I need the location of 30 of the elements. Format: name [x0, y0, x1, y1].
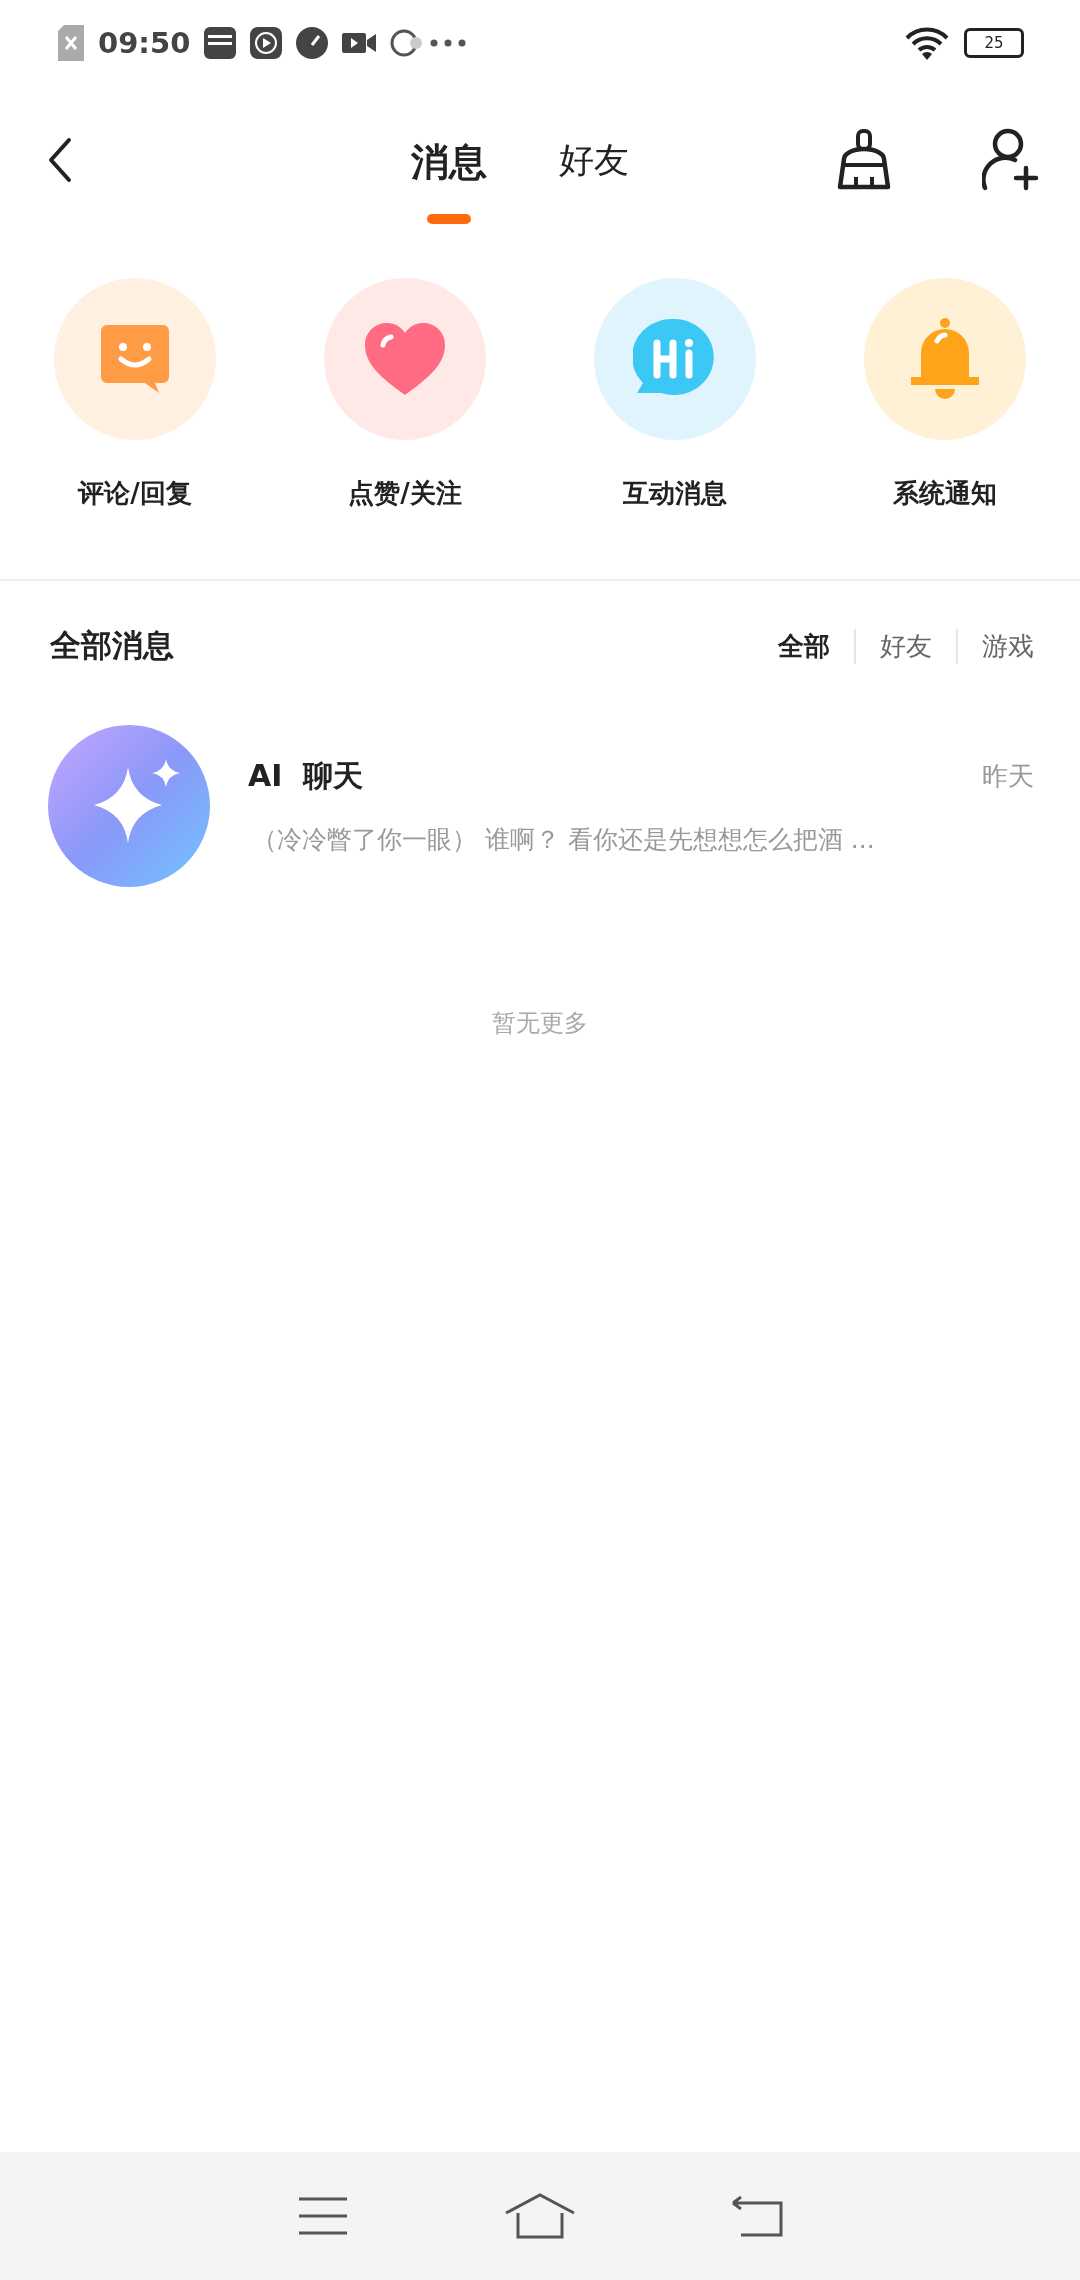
back-nav-icon[interactable]: [730, 2195, 783, 2237]
filter-tab[interactable]: 全部: [754, 628, 830, 664]
card-icon: [204, 26, 237, 59]
status-time: 09:50: [98, 25, 191, 60]
filter-tab[interactable]: 好友: [854, 628, 932, 664]
section-title: 全部消息: [50, 626, 174, 665]
header-tab[interactable]: 好友: [559, 137, 629, 184]
heart-icon: [363, 321, 447, 397]
sim-icon: [58, 24, 84, 61]
shortcut-label: 系统通知: [893, 477, 997, 510]
video-icon: [342, 30, 377, 55]
conversation-time: 昨天: [982, 760, 1034, 793]
shortcut-label: 互动消息: [623, 477, 727, 510]
back-icon[interactable]: [48, 137, 72, 183]
end-note: 暂无更多: [492, 1008, 588, 1039]
add-friend-icon[interactable]: [982, 128, 1040, 192]
tab-indicator: [427, 214, 471, 224]
header-tab[interactable]: 消息: [411, 137, 487, 188]
filter-tab[interactable]: 游戏: [956, 628, 1034, 664]
menu-icon[interactable]: [297, 2196, 350, 2236]
home-icon[interactable]: [504, 2193, 576, 2239]
shortcut-label: 点赞/关注: [348, 477, 462, 510]
avatar-sparkle-icon[interactable]: [48, 725, 210, 887]
gauge-icon: [296, 26, 329, 59]
play-icon: [250, 26, 283, 59]
wifi-icon: [904, 25, 950, 60]
conversation-name: AI 聊天: [248, 757, 364, 795]
shortcut-label: 评论/回复: [78, 477, 192, 510]
battery-level: 25: [964, 27, 1024, 58]
message-preview: （冷冷瞥了你一眼） 谁啊？ 看你还是先想想怎么把酒 ...: [251, 824, 876, 856]
